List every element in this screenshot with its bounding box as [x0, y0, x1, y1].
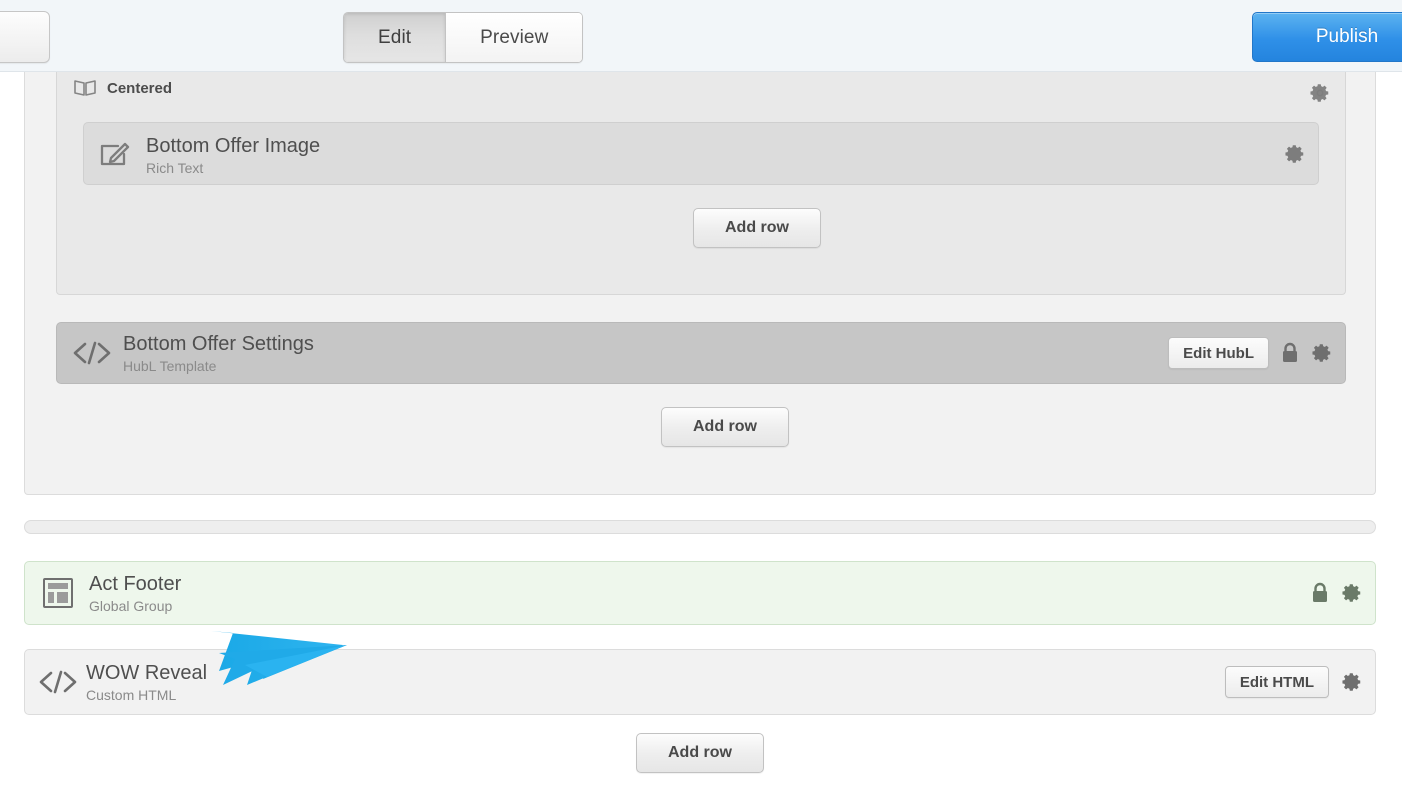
publish-button[interactable]: Publish	[1252, 12, 1402, 62]
module-row-bottom-offer-settings[interactable]: Bottom Offer Settings HubL Template Edit…	[56, 322, 1346, 384]
section-divider[interactable]	[24, 520, 1376, 534]
module-actions	[1311, 582, 1363, 604]
module-title: Bottom Offer Image	[146, 135, 321, 157]
top-toolbar: Edit Preview Publish	[0, 0, 1402, 72]
module-subtitle: Global Group	[89, 598, 173, 614]
edit-html-button-label: Edit HTML	[1239, 673, 1314, 691]
module-titles: Bottom Offer Image Rich Text	[146, 135, 320, 177]
publish-button-label: Publish	[1315, 26, 1379, 47]
module-row-act-footer[interactable]: Act Footer Global Group	[24, 561, 1376, 625]
tab-preview-label: Preview	[480, 26, 549, 48]
edit-hubl-button[interactable]: Edit HubL	[1168, 337, 1269, 369]
module-gear-icon[interactable]	[1341, 671, 1363, 693]
layout-grid-icon	[41, 576, 75, 610]
module-subtitle: Rich Text	[146, 160, 204, 176]
module-titles: Bottom Offer Settings HubL Template	[123, 333, 314, 375]
module-actions: Edit HTML	[1224, 666, 1363, 698]
lock-icon[interactable]	[1281, 342, 1299, 364]
page-editor-canvas: Centered Bottom Offer Image Rich Text Ad…	[0, 72, 1402, 785]
module-title: Act Footer	[89, 573, 182, 595]
code-icon	[37, 669, 79, 695]
module-gear-icon[interactable]	[1311, 342, 1333, 364]
module-subtitle: HubL Template	[123, 358, 217, 374]
offscreen-left-button[interactable]	[0, 11, 50, 63]
module-row-wow-reveal[interactable]: WOW Reveal Custom HTML Edit HTML	[24, 649, 1376, 715]
tab-preview[interactable]: Preview	[446, 13, 583, 62]
outer-group-container: Centered Bottom Offer Image Rich Text Ad…	[24, 72, 1376, 495]
module-titles: Act Footer Global Group	[89, 573, 181, 615]
module-subtitle: Custom HTML	[86, 687, 177, 703]
module-title: Bottom Offer Settings	[123, 333, 314, 355]
centered-group-header: Centered	[73, 78, 172, 98]
add-row-button-2[interactable]: Add row	[661, 407, 789, 447]
lock-icon[interactable]	[1311, 582, 1329, 604]
centered-group-container: Centered Bottom Offer Image Rich Text Ad…	[56, 72, 1346, 295]
module-actions	[1284, 143, 1306, 165]
module-gear-icon[interactable]	[1284, 143, 1306, 165]
add-row-button-3[interactable]: Add row	[636, 733, 764, 773]
add-row-button-1[interactable]: Add row	[693, 208, 821, 248]
tab-edit[interactable]: Edit	[344, 13, 447, 62]
edit-preview-tab-group: Edit Preview	[343, 12, 584, 63]
edit-pencil-icon	[98, 137, 132, 171]
tab-edit-label: Edit	[378, 26, 412, 48]
book-icon	[73, 78, 97, 98]
edit-hubl-button-label: Edit HubL	[1183, 344, 1254, 362]
code-icon	[71, 340, 113, 366]
module-actions: Edit HubL	[1168, 337, 1333, 369]
module-titles: WOW Reveal Custom HTML	[86, 662, 207, 704]
add-row-label: Add row	[725, 219, 789, 236]
module-title: WOW Reveal	[86, 662, 208, 684]
add-row-label: Add row	[668, 744, 732, 761]
centered-group-gear-icon[interactable]	[1309, 82, 1331, 104]
add-row-label: Add row	[693, 418, 757, 435]
module-row-bottom-offer-image[interactable]: Bottom Offer Image Rich Text	[83, 122, 1319, 185]
module-gear-icon[interactable]	[1341, 582, 1363, 604]
centered-group-label: Centered	[107, 79, 173, 97]
edit-html-button[interactable]: Edit HTML	[1224, 666, 1329, 698]
